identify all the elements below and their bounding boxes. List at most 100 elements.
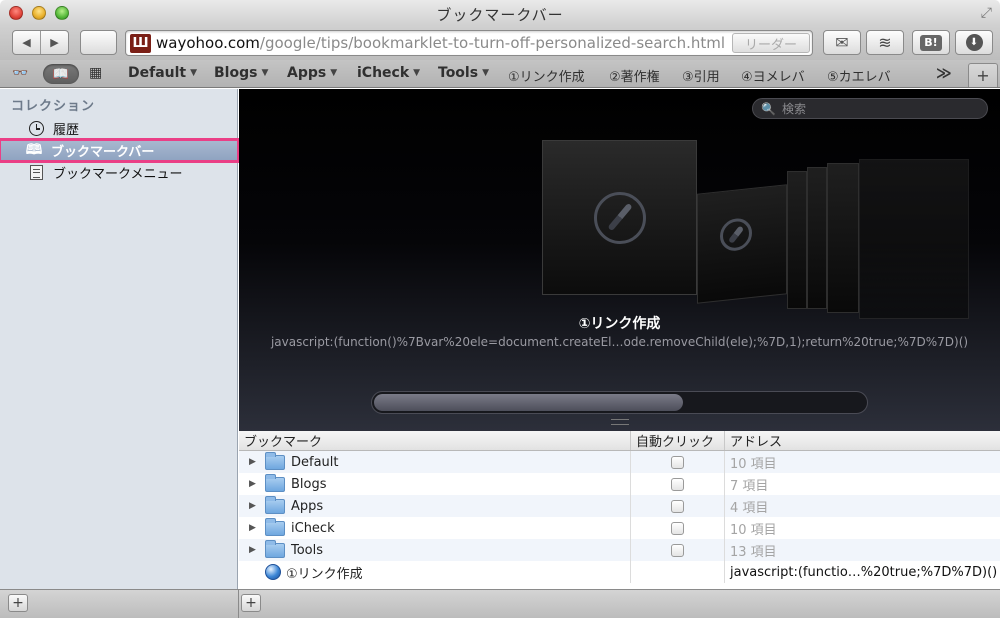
autoclick-checkbox[interactable]	[671, 543, 684, 557]
add-bookmark-folder-button[interactable]: +	[241, 594, 261, 612]
sidebar-item-history[interactable]: 履歴	[0, 118, 238, 139]
divider	[238, 590, 239, 618]
back-button[interactable]: ◀	[13, 31, 40, 54]
cover-flow-card[interactable]	[859, 159, 969, 319]
globe-icon	[265, 564, 281, 580]
fullscreen-icon[interactable]: ⤢	[981, 5, 992, 21]
safari-compass-icon	[593, 191, 646, 244]
table-row[interactable]: ▶ Tools 13 項目	[239, 539, 1000, 561]
downloads-button[interactable]: ⬇	[955, 30, 993, 55]
bookmarks-table: ブックマーク 自動クリック アドレス ▶ Default 10 項目 ▶ Blogs…	[239, 431, 1000, 589]
bookmark-overflow-icon[interactable]: ≫	[936, 64, 952, 82]
bookmark-folder-icheck[interactable]: iCheck ▼	[357, 65, 420, 81]
toolbar-blank-button[interactable]	[80, 30, 117, 55]
address-bar[interactable]: Ш wayohoo.com/google/tips/bookmarklet-to…	[125, 30, 813, 56]
sidebar-item-label: 履歴	[53, 123, 80, 138]
bookmark-copyright[interactable]: ②著作権	[609, 66, 660, 85]
cover-flow-view[interactable]: 🔍 検索 ①リンク作成 javascript:(function()%7Bvar…	[239, 89, 1000, 431]
dropdown-arrow-icon: ▼	[190, 68, 198, 78]
table-row[interactable]: ①リンク作成 javascript:(functio…%20true;%7D%7…	[239, 561, 1000, 583]
disclosure-triangle-icon[interactable]: ▶	[249, 545, 263, 555]
bookmark-link-create[interactable]: ①リンク作成	[508, 66, 585, 85]
disclosure-triangle-icon[interactable]: ▶	[249, 501, 263, 511]
book-icon: 📖	[52, 66, 70, 82]
cover-flow-selected-card[interactable]	[542, 140, 697, 295]
disclosure-triangle-icon[interactable]: ▶	[249, 479, 263, 489]
layers-button[interactable]: ≋	[866, 30, 904, 55]
site-favicon-icon: Ш	[130, 34, 151, 53]
reading-list-icon[interactable]: 👓	[12, 66, 28, 81]
clock-icon	[27, 120, 45, 138]
table-row[interactable]: ▶ Blogs 7 項目	[239, 473, 1000, 495]
disclosure-triangle-icon[interactable]: ▶	[249, 523, 263, 533]
disclosure-triangle-icon[interactable]: ▶	[249, 457, 263, 467]
table-row[interactable]: ▶ iCheck 10 項目	[239, 517, 1000, 539]
split-view-grip[interactable]	[611, 419, 629, 425]
table-row[interactable]: ▶ Default 10 項目	[239, 451, 1000, 473]
sidebar-item-label: ブックマークバー	[51, 145, 155, 160]
row-name: iCheck	[291, 520, 335, 536]
bookmark-bar: 👓 📖 ▦ Default ▼ Blogs ▼ Apps ▼ iCheck ▼ Tool…	[0, 60, 1000, 88]
folder-icon	[265, 517, 285, 536]
bookmark-folder-default[interactable]: Default ▼	[128, 65, 197, 81]
cover-flow-card[interactable]	[787, 171, 807, 309]
toolbar: ◀ ▶ Ш wayohoo.com/google/tips/bookmarkle…	[0, 26, 1000, 60]
forward-button[interactable]: ▶	[40, 31, 68, 54]
bookmark-yomereba[interactable]: ④ヨメレバ	[741, 66, 805, 85]
top-sites-grid-icon[interactable]: ▦	[89, 65, 102, 81]
table-body: ▶ Default 10 項目 ▶ Blogs 7 項目 ▶ Apps 4 項目 ▶ i…	[239, 451, 1000, 583]
row-address: 10 項目	[730, 456, 777, 472]
folder-icon	[265, 451, 285, 470]
cover-flow-card[interactable]	[697, 184, 787, 304]
bookmark-folder-blogs[interactable]: Blogs ▼	[214, 65, 268, 81]
hatena-bookmark-button[interactable]: B!	[912, 30, 950, 55]
autoclick-checkbox[interactable]	[671, 455, 684, 469]
dropdown-arrow-icon: ▼	[413, 68, 421, 78]
row-address: 7 項目	[730, 478, 769, 494]
autoclick-checkbox[interactable]	[671, 499, 684, 513]
bookmark-folder-apps[interactable]: Apps ▼	[287, 65, 337, 81]
search-placeholder: 検索	[781, 102, 806, 116]
mail-icon: ✉	[835, 33, 849, 52]
show-all-bookmarks-button[interactable]: 📖	[43, 64, 79, 84]
url-host: wayohoo.com	[156, 34, 260, 52]
reader-button[interactable]: リーダー	[732, 33, 810, 53]
row-name: Apps	[291, 498, 324, 514]
cover-flow-scroll-thumb[interactable]	[374, 394, 683, 411]
window-title: ブックマークバー	[436, 6, 564, 24]
bottom-bar: + +	[0, 589, 1000, 618]
sidebar-item-bookmarks-bar[interactable]: 🕮 ブックマークバー	[0, 138, 240, 163]
url-text[interactable]: wayohoo.com/google/tips/bookmarklet-to-t…	[156, 34, 725, 52]
cover-flow-scrollbar[interactable]	[371, 391, 868, 414]
cover-flow-card[interactable]	[807, 167, 827, 309]
back-forward-group: ◀ ▶	[12, 30, 69, 55]
share-mail-button[interactable]: ✉	[823, 30, 861, 55]
column-header-bookmark[interactable]: ブックマーク	[239, 431, 631, 450]
forward-icon: ▶	[50, 36, 59, 49]
collections-sidebar: コレクション 履歴 🕮 ブックマークバー ブックマークメニュー	[0, 89, 240, 589]
hatena-bookmark-icon: B!	[920, 34, 942, 51]
cover-flow-card[interactable]	[827, 163, 859, 313]
folder-icon	[265, 495, 285, 514]
table-row[interactable]: ▶ Apps 4 項目	[239, 495, 1000, 517]
add-collection-button[interactable]: +	[8, 594, 28, 612]
sidebar-item-bookmarks-menu[interactable]: ブックマークメニュー	[0, 162, 238, 183]
folder-icon	[265, 539, 285, 558]
row-address: javascript:(functio…%20true;%7D%7D)()	[730, 564, 998, 580]
bookmark-search-field[interactable]: 🔍 検索	[752, 98, 988, 119]
sidebar-item-label: ブックマークメニュー	[53, 167, 183, 182]
menu-list-icon	[27, 164, 45, 182]
bookmark-kaereba[interactable]: ⑤カエレバ	[827, 66, 891, 85]
column-header-address[interactable]: アドレス	[725, 431, 1000, 450]
title-bar: ブックマークバー ⤢	[0, 0, 1000, 26]
autoclick-checkbox[interactable]	[671, 521, 684, 535]
row-name: Tools	[291, 542, 324, 558]
bookmark-quote[interactable]: ③引用	[682, 66, 720, 85]
url-path: /google/tips/bookmarklet-to-turn-off-per…	[259, 34, 726, 52]
column-header-autoclick[interactable]: 自動クリック	[631, 431, 725, 450]
safari-compass-icon	[720, 216, 752, 253]
table-header: ブックマーク 自動クリック アドレス	[239, 431, 1000, 451]
new-tab-button[interactable]: +	[968, 63, 998, 87]
autoclick-checkbox[interactable]	[671, 477, 684, 491]
bookmark-folder-tools[interactable]: Tools ▼	[438, 65, 489, 81]
